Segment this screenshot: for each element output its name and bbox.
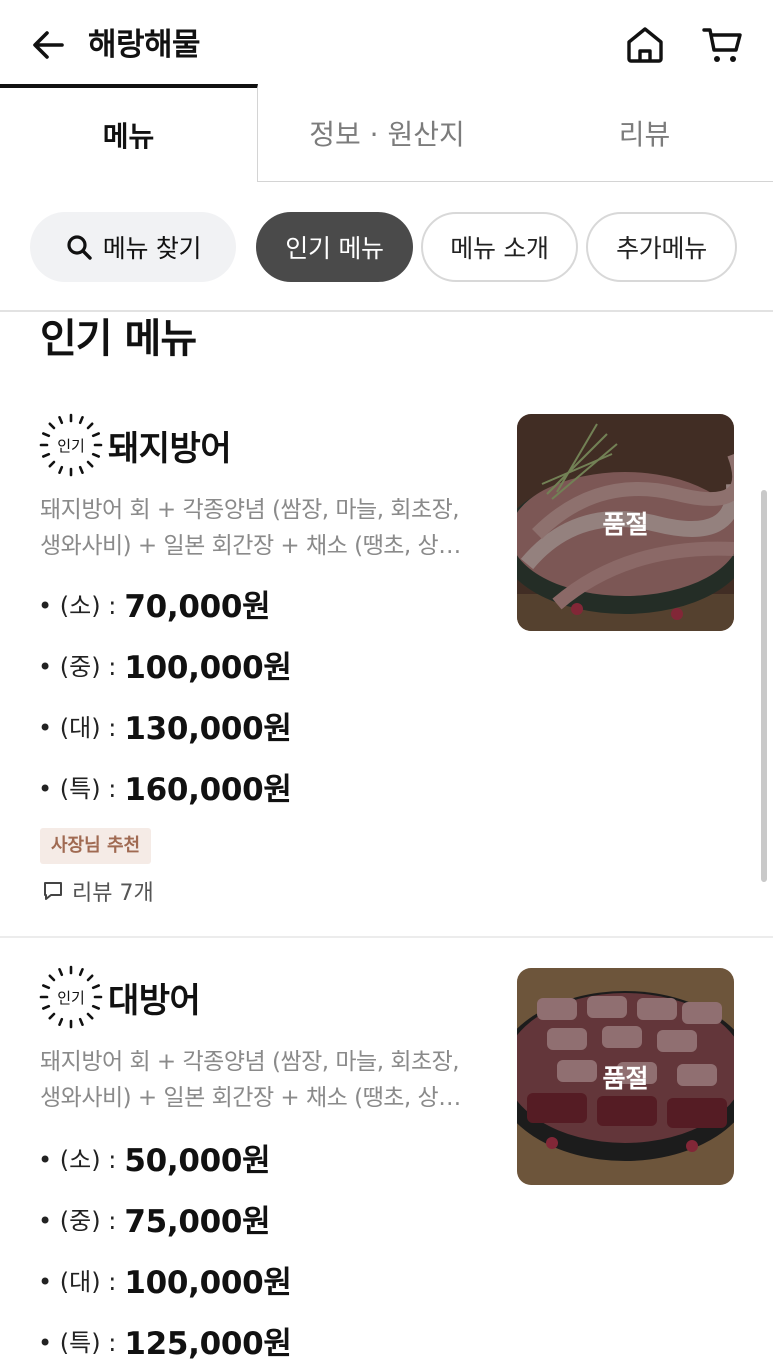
menu-item[interactable]: 인기 돼지방어 돼지방어 회 + 각종양념 (쌈장, 마늘, 회초장, 생와사비… [0, 388, 773, 938]
soldout-label: 품절 [602, 509, 649, 539]
item-description: 돼지방어 회 + 각종양념 (쌈장, 마늘, 회초장, 생와사비) + 일본 회… [40, 497, 461, 559]
home-icon [627, 27, 663, 63]
recommend-badge: 사장님 추천 [40, 828, 152, 864]
chip-menu-intro[interactable]: 메뉴 소개 [421, 212, 578, 282]
item-name-row: 인기 대방어 [38, 964, 201, 1030]
menu-item[interactable]: 인기 대방어 돼지방어 회 + 각종양념 (쌈장, 마늘, 회초장, 생와사비)… [0, 940, 773, 1362]
item-description: 돼지방어 회 + 각종양념 (쌈장, 마늘, 회초장, 생와사비) + 일본 회… [40, 1049, 461, 1111]
chip-extra-menu[interactable]: 추가메뉴 [586, 212, 737, 282]
scrollbar[interactable] [761, 490, 767, 882]
svg-text:인기: 인기 [57, 989, 85, 1007]
cart-icon [702, 28, 742, 62]
review-count-link[interactable]: 리뷰 7개 [42, 876, 154, 906]
soldout-label: 품절 [602, 1063, 649, 1093]
price-row: • (소) :70,000원 [38, 588, 271, 625]
item-name-row: 인기 돼지방어 [38, 412, 232, 478]
speech-bubble-icon [44, 882, 62, 900]
home-button[interactable] [622, 22, 668, 68]
menu-search-button[interactable]: 메뉴 찾기 [30, 212, 236, 282]
arrow-left-icon [33, 31, 64, 59]
tab-review[interactable]: 리뷰 [516, 84, 773, 182]
app-header: 해랑해물 [0, 0, 773, 88]
price-row: • (특) :125,000원 [38, 1325, 292, 1362]
tab-info-origin[interactable]: 정보 · 원산지 [258, 84, 516, 182]
cart-button[interactable] [700, 22, 746, 68]
back-button[interactable] [28, 24, 70, 66]
tab-menu[interactable]: 메뉴 [0, 84, 258, 182]
price-row: • (대) :130,000원 [38, 710, 292, 747]
shop-title: 해랑해물 [88, 27, 201, 63]
item-name: 돼지방어 [108, 428, 232, 469]
popular-badge-icon: 인기 [39, 413, 103, 477]
menu-search-label: 메뉴 찾기 [102, 234, 202, 263]
price-row: • (중) :100,000원 [38, 649, 292, 686]
tab-bar: 메뉴 정보 · 원산지 리뷰 [0, 84, 773, 182]
category-chips: 메뉴 찾기 인기 메뉴 메뉴 소개 추가메뉴 [0, 182, 773, 312]
svg-text:인기: 인기 [57, 437, 85, 455]
section-title: 인기 메뉴 [40, 316, 197, 362]
search-icon [67, 235, 92, 260]
chip-popular-menu[interactable]: 인기 메뉴 [256, 212, 413, 282]
menu-photo[interactable]: 품절 [517, 414, 734, 631]
price-row: • (중) :75,000원 [38, 1203, 271, 1240]
price-row: • (특) :160,000원 [38, 771, 292, 808]
price-row: • (소) :50,000원 [38, 1142, 271, 1179]
price-row: • (대) :100,000원 [38, 1264, 292, 1301]
item-name: 대방어 [108, 980, 201, 1021]
popular-badge-icon: 인기 [39, 965, 103, 1029]
menu-photo[interactable]: 품절 [517, 968, 734, 1185]
